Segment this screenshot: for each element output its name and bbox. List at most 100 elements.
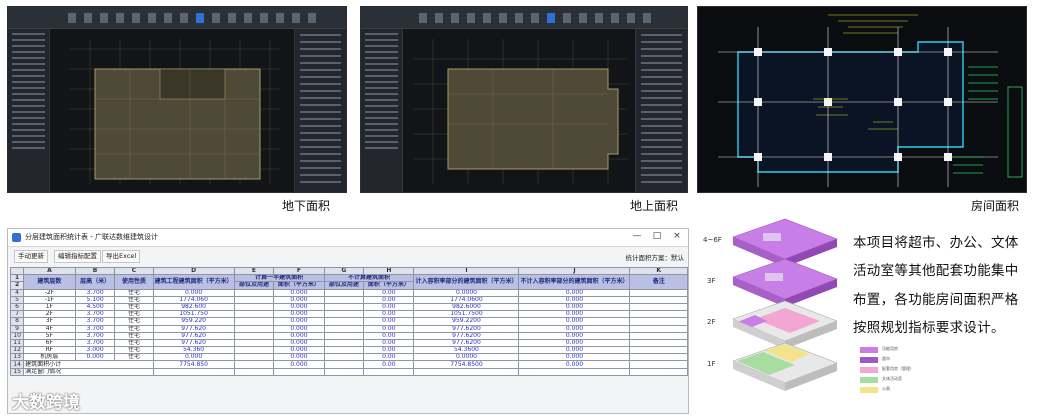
height-cell[interactable]: 3.000 (74, 346, 116, 355)
no-calc-area-cell[interactable]: 0.00 (363, 310, 415, 319)
use-cell[interactable]: 住宅 (114, 295, 154, 304)
subtotal-half-calc[interactable]: 0.000 (273, 360, 325, 369)
half-calc-area-cell[interactable]: 0.000 (273, 288, 325, 297)
total-area-cell[interactable]: 54.360 (152, 346, 235, 355)
subtotal-empty[interactable] (323, 360, 365, 369)
total-area-cell[interactable]: 1774.060 (152, 295, 235, 304)
half-calc-part-cell[interactable] (233, 317, 275, 326)
table-cell[interactable] (152, 367, 235, 376)
height-cell[interactable]: 3.700 (74, 324, 116, 333)
use-cell[interactable]: 住宅 (114, 288, 154, 297)
table-cell[interactable] (629, 367, 688, 376)
use-cell[interactable]: 住宅 (114, 310, 154, 319)
non-volume-area-cell[interactable]: 0.000 (518, 346, 631, 355)
no-calc-part-cell[interactable] (323, 302, 365, 312)
floor-cell[interactable]: -2F (23, 288, 76, 297)
maximize-button[interactable]: □ (650, 231, 664, 241)
note-cell[interactable] (629, 317, 688, 326)
total-area-cell[interactable]: 0.000 (152, 353, 235, 362)
table-cell[interactable] (233, 367, 275, 376)
no-calc-area-cell[interactable]: 0.00 (363, 338, 415, 348)
subtotal-volume-area[interactable]: 7754.8500 (413, 360, 520, 369)
note-cell[interactable] (629, 302, 688, 312)
volume-area-cell[interactable]: 0.0000 (413, 353, 520, 362)
floor-cell[interactable]: RF (23, 346, 76, 355)
volume-area-cell[interactable]: 54.3600 (413, 346, 520, 355)
note-cell[interactable] (629, 346, 688, 355)
edit-indicator-config-button[interactable]: 编辑指标配置 (54, 250, 101, 263)
volume-area-cell[interactable]: 1051.7500 (413, 310, 520, 319)
manual-update-button[interactable]: 手动更新 (14, 250, 48, 263)
height-cell[interactable]: 4.500 (74, 302, 116, 312)
table-cell[interactable] (518, 367, 631, 376)
no-calc-area-cell[interactable]: 0.00 (363, 324, 415, 333)
total-area-cell[interactable]: 982.600 (152, 302, 235, 312)
half-calc-part-cell[interactable] (233, 288, 275, 297)
non-volume-area-cell[interactable]: 0.000 (518, 310, 631, 319)
no-calc-part-cell[interactable] (323, 338, 365, 348)
subtotal-total-area[interactable]: 7754.850 (152, 360, 235, 369)
table-cell[interactable] (363, 367, 415, 376)
no-calc-area-cell[interactable]: 0.00 (363, 353, 415, 362)
half-calc-part-cell[interactable] (233, 346, 275, 355)
note-cell[interactable] (629, 295, 688, 304)
half-calc-area-cell[interactable]: 0.000 (273, 310, 325, 319)
non-volume-area-cell[interactable]: 0.000 (518, 317, 631, 326)
total-area-cell[interactable]: 977.620 (152, 331, 235, 340)
non-volume-area-cell[interactable]: 0.000 (518, 324, 631, 333)
height-cell[interactable]: 3.700 (74, 317, 116, 326)
volume-area-cell[interactable]: 977.6200 (413, 324, 520, 333)
export-excel-button[interactable]: 导出Excel (102, 250, 141, 263)
height-cell[interactable]: 3.700 (74, 338, 116, 348)
no-calc-part-cell[interactable] (323, 346, 365, 355)
use-cell[interactable]: 住宅 (114, 353, 154, 362)
no-calc-area-cell[interactable]: 0.00 (363, 302, 415, 312)
floor-cell[interactable]: 2F (23, 310, 76, 319)
volume-area-cell[interactable]: 959.2200 (413, 317, 520, 326)
no-calc-part-cell[interactable] (323, 353, 365, 362)
no-calc-area-cell[interactable]: 0.00 (363, 295, 415, 304)
half-calc-part-cell[interactable] (233, 353, 275, 362)
volume-area-cell[interactable]: 1774.0600 (413, 295, 520, 304)
half-calc-part-cell[interactable] (233, 331, 275, 340)
height-cell[interactable]: 3.700 (74, 331, 116, 340)
subtotal-label[interactable]: 建筑面积小计 (23, 360, 154, 369)
table-cell[interactable] (413, 367, 520, 376)
no-calc-area-cell[interactable]: 0.00 (363, 288, 415, 297)
use-cell[interactable]: 住宅 (114, 346, 154, 355)
non-volume-area-cell[interactable]: 0.000 (518, 295, 631, 304)
non-volume-area-cell[interactable]: 0.000 (518, 302, 631, 312)
use-cell[interactable]: 住宅 (114, 331, 154, 340)
half-calc-part-cell[interactable] (233, 295, 275, 304)
half-calc-part-cell[interactable] (233, 324, 275, 333)
no-calc-part-cell[interactable] (323, 288, 365, 297)
total-area-cell[interactable]: 0.000 (152, 288, 235, 297)
non-volume-area-cell[interactable]: 0.000 (518, 288, 631, 297)
total-area-cell[interactable]: 977.620 (152, 324, 235, 333)
height-cell[interactable]: 5.100 (74, 295, 116, 304)
half-calc-area-cell[interactable]: 0.000 (273, 317, 325, 326)
drawing-canvas[interactable] (403, 29, 635, 192)
note-cell[interactable] (629, 353, 688, 362)
table-cell[interactable] (323, 367, 365, 376)
total-area-cell[interactable]: 977.620 (152, 338, 235, 348)
half-calc-area-cell[interactable]: 0.000 (273, 331, 325, 340)
floor-cell[interactable]: 1F (23, 302, 76, 312)
non-volume-area-cell[interactable]: 0.000 (518, 338, 631, 348)
note-cell[interactable] (629, 288, 688, 297)
floor-cell[interactable]: -1F (23, 295, 76, 304)
close-button[interactable]: × (670, 231, 684, 241)
half-calc-part-cell[interactable] (233, 302, 275, 312)
half-calc-area-cell[interactable]: 0.000 (273, 353, 325, 362)
table-cell[interactable] (273, 367, 325, 376)
half-calc-area-cell[interactable]: 0.000 (273, 346, 325, 355)
window-door-label[interactable]: 满足窗门情况 (23, 367, 154, 376)
volume-area-cell[interactable]: 977.6200 (413, 331, 520, 340)
drawing-canvas[interactable] (50, 29, 294, 192)
note-cell[interactable] (629, 310, 688, 319)
use-cell[interactable]: 住宅 (114, 317, 154, 326)
floor-cell[interactable]: 机房层 (23, 353, 76, 362)
height-cell[interactable]: 3.700 (74, 310, 116, 319)
height-cell[interactable]: 3.700 (74, 288, 116, 297)
subtotal-non-volume-area[interactable]: 0.000 (518, 360, 631, 369)
